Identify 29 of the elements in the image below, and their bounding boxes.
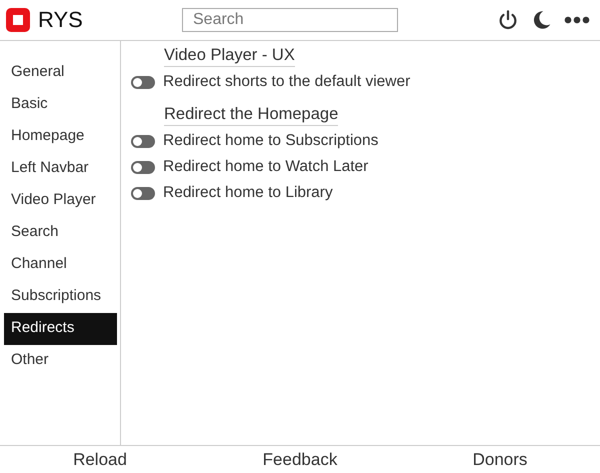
sidebar-item[interactable]: Left Navbar — [4, 153, 117, 185]
option-label: Redirect shorts to the default viewer — [163, 73, 410, 91]
section-title: Video Player - UX — [164, 46, 295, 67]
option-label: Redirect home to Library — [163, 184, 333, 202]
moon-icon[interactable] — [531, 9, 552, 31]
sidebar-item[interactable]: General — [4, 57, 117, 89]
footer-link[interactable]: Feedback — [200, 450, 400, 470]
option-label: Redirect home to Subscriptions — [163, 132, 378, 150]
sidebar-item[interactable]: Other — [4, 345, 117, 377]
toggle-switch[interactable] — [131, 134, 155, 148]
footer-link[interactable]: Donors — [400, 450, 600, 470]
sidebar-item[interactable]: Search — [4, 217, 117, 249]
more-icon[interactable] — [564, 16, 590, 24]
footer-link[interactable]: Reload — [0, 450, 200, 470]
power-icon[interactable] — [497, 9, 519, 31]
option-label: Redirect home to Watch Later — [163, 158, 368, 176]
toggle-switch[interactable] — [131, 160, 155, 174]
sidebar-item[interactable]: Video Player — [4, 185, 117, 217]
app-name: RYS — [38, 7, 83, 33]
sidebar-item[interactable]: Subscriptions — [4, 281, 117, 313]
toggle-switch[interactable] — [131, 186, 155, 200]
sidebar-item[interactable]: Homepage — [4, 121, 117, 153]
toggle-switch[interactable] — [131, 76, 155, 88]
sidebar-item[interactable]: Basic — [4, 89, 117, 121]
search-field[interactable]: Search — [182, 8, 398, 32]
logo-icon — [6, 8, 30, 32]
sidebar-item[interactable]: Channel — [4, 249, 117, 281]
section-title: Redirect the Homepage — [164, 105, 338, 126]
sidebar-item[interactable]: Redirects — [4, 313, 117, 345]
